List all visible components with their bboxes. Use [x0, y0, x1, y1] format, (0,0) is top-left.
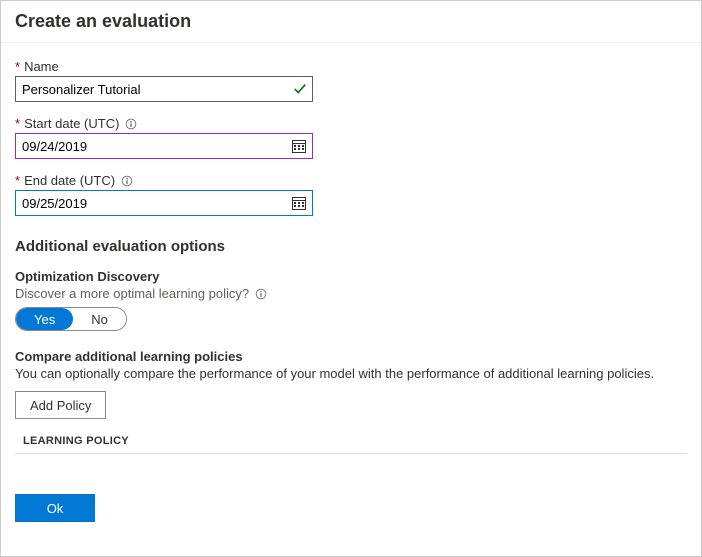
optimization-discovery-heading: Optimization Discovery	[15, 269, 687, 284]
create-evaluation-panel: Create an evaluation * Name * Start date…	[0, 0, 702, 557]
compare-policies-desc: You can optionally compare the performan…	[15, 366, 687, 381]
name-input[interactable]	[15, 76, 313, 102]
learning-policy-column-header: LEARNING POLICY	[23, 435, 687, 447]
name-label-row: * Name	[15, 59, 687, 74]
optimization-discovery-desc: Discover a more optimal learning policy?	[15, 286, 687, 301]
panel-body: * Name * Start date (UTC)	[1, 43, 701, 532]
field-end-date: * End date (UTC)	[15, 173, 687, 216]
optimization-desc-text: Discover a more optimal learning policy?	[15, 286, 249, 301]
start-date-input[interactable]	[15, 133, 313, 159]
name-label: Name	[24, 59, 59, 74]
start-date-label-row: * Start date (UTC)	[15, 116, 687, 131]
ok-button[interactable]: Ok	[15, 494, 95, 522]
toggle-no[interactable]: No	[73, 308, 126, 330]
name-input-wrap	[15, 76, 313, 102]
end-date-label: End date (UTC)	[24, 173, 115, 188]
calendar-icon[interactable]	[291, 138, 307, 154]
required-marker: *	[15, 116, 20, 131]
info-icon[interactable]	[121, 175, 133, 187]
end-date-label-row: * End date (UTC)	[15, 173, 687, 188]
optimization-toggle[interactable]: Yes No	[15, 307, 127, 331]
required-marker: *	[15, 173, 20, 188]
calendar-icon[interactable]	[291, 195, 307, 211]
end-date-input-wrap	[15, 190, 313, 216]
info-icon[interactable]	[125, 118, 137, 130]
start-date-label: Start date (UTC)	[24, 116, 119, 131]
field-name: * Name	[15, 59, 687, 102]
page-title: Create an evaluation	[15, 11, 687, 32]
additional-options-heading: Additional evaluation options	[15, 238, 687, 255]
toggle-yes[interactable]: Yes	[16, 308, 73, 330]
panel-header: Create an evaluation	[1, 1, 701, 43]
divider	[15, 453, 687, 454]
end-date-input[interactable]	[15, 190, 313, 216]
checkmark-icon	[293, 82, 307, 96]
add-policy-button[interactable]: Add Policy	[15, 391, 106, 419]
info-icon[interactable]	[255, 288, 267, 300]
required-marker: *	[15, 59, 20, 74]
start-date-input-wrap	[15, 133, 313, 159]
compare-policies-heading: Compare additional learning policies	[15, 349, 687, 364]
field-start-date: * Start date (UTC)	[15, 116, 687, 159]
